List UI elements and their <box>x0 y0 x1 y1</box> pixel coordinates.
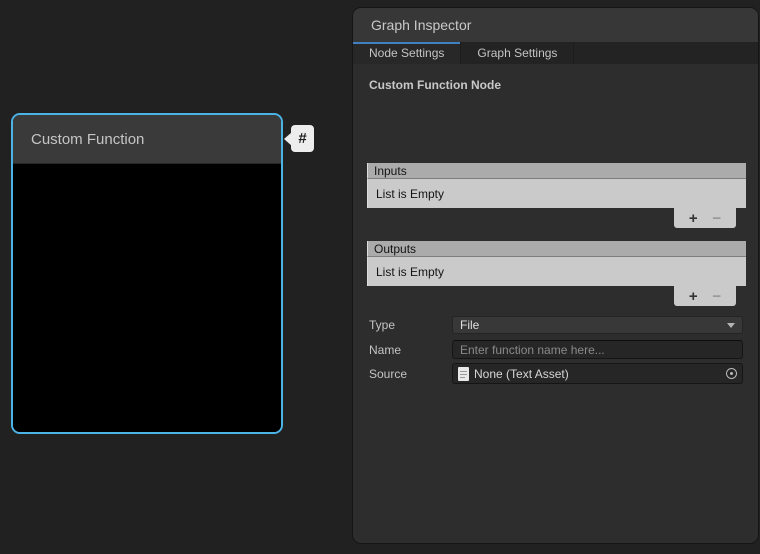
panel-body: Custom Function Node Inputs List is Empt… <box>353 64 758 543</box>
inputs-list-header: Inputs <box>367 163 746 179</box>
active-tab-accent <box>353 42 460 44</box>
inputs-remove-button[interactable]: − <box>712 211 721 226</box>
inputs-list: Inputs List is Empty + − <box>367 163 746 228</box>
tab-node-settings-label: Node Settings <box>369 46 444 60</box>
type-dropdown-value: File <box>460 318 479 332</box>
graph-inspector-panel: Graph Inspector Node Settings Graph Sett… <box>353 8 758 543</box>
hash-icon: # <box>298 130 306 147</box>
outputs-remove-button[interactable]: − <box>712 289 721 304</box>
hash-badge-button[interactable]: # <box>291 125 314 152</box>
type-label: Type <box>369 318 452 332</box>
panel-title: Graph Inspector <box>371 17 471 33</box>
name-label: Name <box>369 343 452 357</box>
outputs-empty-row: List is Empty <box>367 257 746 286</box>
source-label: Source <box>369 367 452 381</box>
name-row: Name <box>369 340 743 359</box>
outputs-list: Outputs List is Empty + − <box>367 241 746 306</box>
tabstrip: Node Settings Graph Settings <box>353 42 758 64</box>
graph-canvas[interactable]: { "canvas": { "background": "#212121" },… <box>0 0 760 554</box>
inputs-empty-label: List is Empty <box>376 187 444 201</box>
inputs-list-footer: + − <box>674 208 736 228</box>
type-dropdown[interactable]: File <box>452 316 743 334</box>
node-header[interactable]: Custom Function <box>13 115 281 164</box>
node-body <box>13 164 281 434</box>
tab-graph-settings[interactable]: Graph Settings <box>461 42 574 64</box>
object-picker-icon[interactable] <box>726 368 737 379</box>
inputs-add-button[interactable]: + <box>689 211 698 226</box>
tab-node-settings[interactable]: Node Settings <box>353 42 461 64</box>
custom-function-node[interactable]: Custom Function <box>11 113 283 434</box>
outputs-list-footer: + − <box>674 286 736 306</box>
chevron-down-icon <box>727 323 735 328</box>
outputs-list-header: Outputs <box>367 241 746 257</box>
outputs-empty-label: List is Empty <box>376 265 444 279</box>
section-title: Custom Function Node <box>369 78 501 92</box>
source-object-field[interactable]: None (Text Asset) <box>452 363 743 384</box>
inputs-header-label: Inputs <box>374 164 407 178</box>
outputs-add-button[interactable]: + <box>689 289 698 304</box>
name-input[interactable] <box>452 340 743 359</box>
inputs-empty-row: List is Empty <box>367 179 746 208</box>
panel-titlebar[interactable]: Graph Inspector <box>353 8 758 42</box>
text-asset-icon <box>458 367 469 381</box>
outputs-header-label: Outputs <box>374 242 416 256</box>
type-row: Type File <box>369 316 743 334</box>
source-object-value: None (Text Asset) <box>474 367 569 381</box>
tab-graph-settings-label: Graph Settings <box>477 46 557 60</box>
source-row: Source None (Text Asset) <box>369 363 743 384</box>
node-title: Custom Function <box>31 131 144 148</box>
